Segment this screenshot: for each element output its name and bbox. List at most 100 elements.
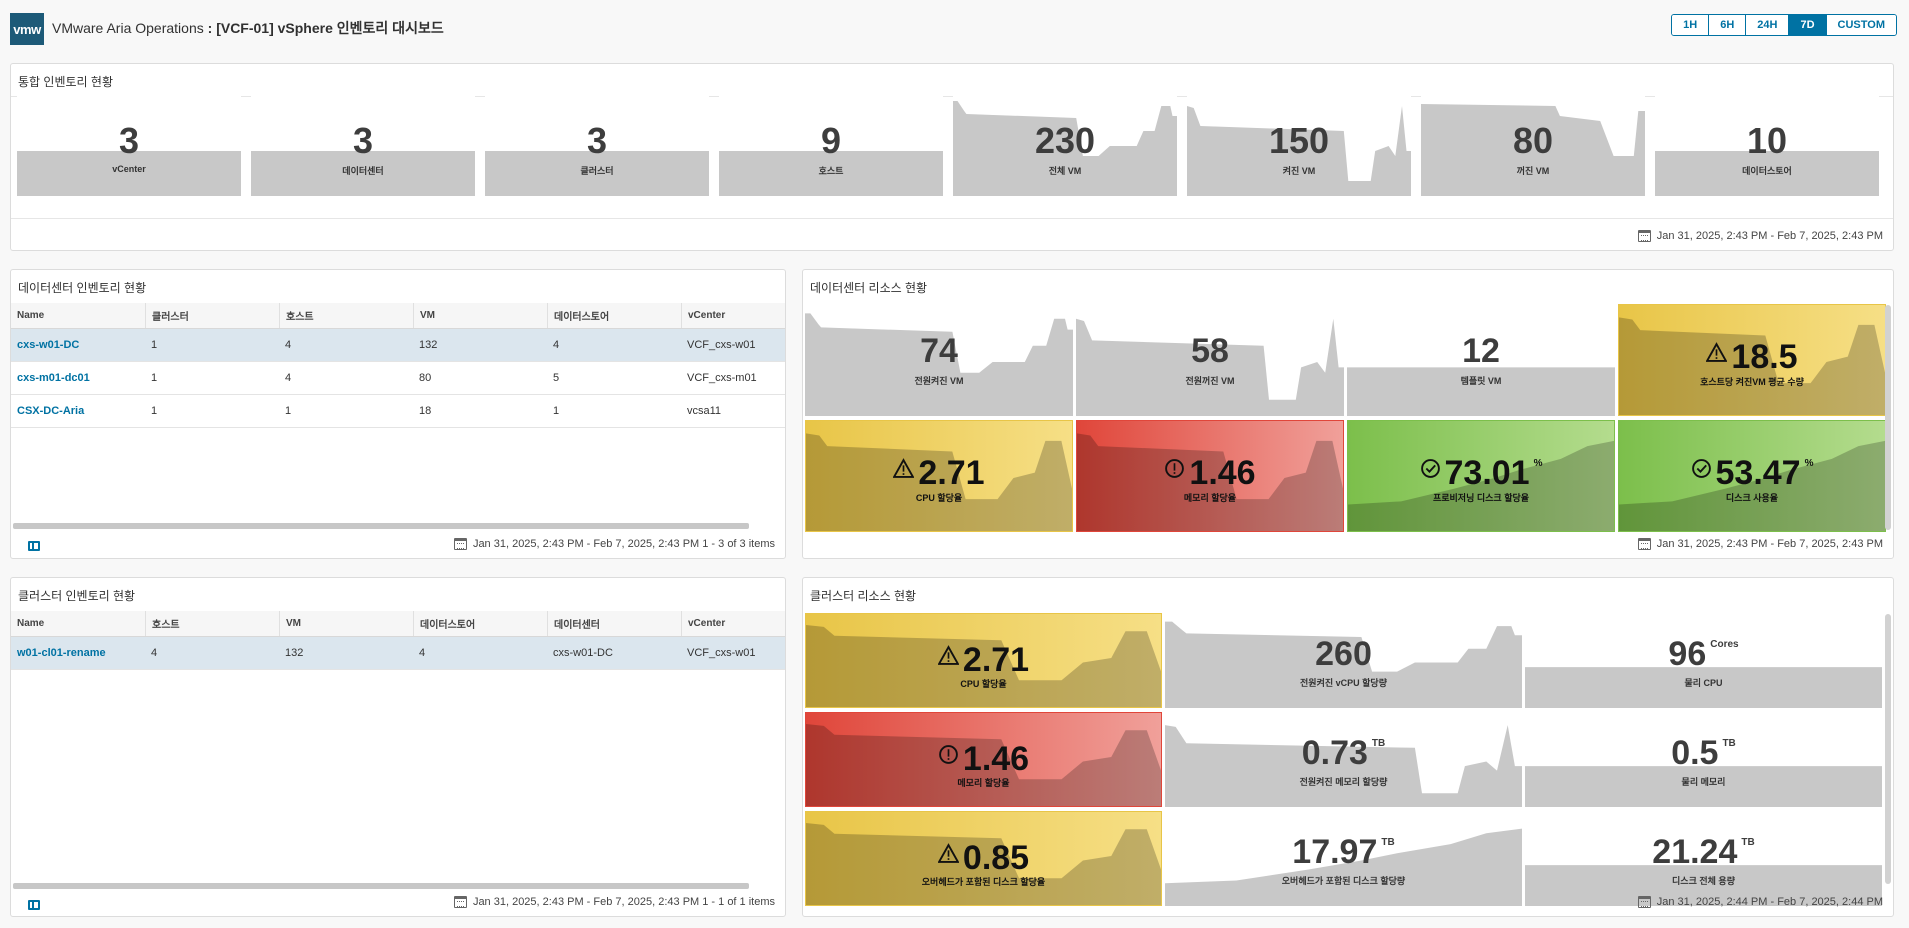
metric-number: 1.46 (1189, 454, 1256, 492)
metric-tile[interactable]: 2.71 CPU 할당율 (805, 420, 1073, 532)
metric-number: 3 (586, 120, 608, 161)
metric-tile[interactable]: 3 vCenter (17, 92, 241, 196)
metric-tile[interactable]: 10 데이터스토어 (1655, 92, 1879, 196)
column-header[interactable]: Name (11, 303, 145, 328)
metric-tile[interactable]: 18.5 호스트당 켜진VM 평균 수량 (1618, 304, 1886, 416)
time-7d-button[interactable]: 7D (1788, 15, 1826, 35)
metric-unit: TB (1722, 738, 1736, 749)
column-header[interactable]: VM (279, 611, 413, 636)
panel-footer: Jan 31, 2025, 2:43 PM - Feb 7, 2025, 2:4… (453, 896, 775, 908)
table-cell: 18 (419, 405, 432, 417)
horizontal-scrollbar[interactable] (13, 523, 749, 529)
time-range-label: Jan 31, 2025, 2:44 PM - Feb 7, 2025, 2:4… (1656, 896, 1883, 908)
metric-tile[interactable]: 0.5 TB 물리 메모리 (1525, 712, 1882, 807)
metric-tile[interactable]: 73.01% 프로비저닝 디스크 할당율 (1347, 420, 1615, 532)
horizontal-scrollbar[interactable] (13, 883, 749, 889)
vertical-scrollbar[interactable] (1885, 305, 1891, 530)
row-name-link[interactable]: CSX-DC-Aria (11, 395, 145, 427)
column-header[interactable]: 데이터스토어 (547, 303, 681, 328)
metric-tile[interactable]: 150 켜진 VM (1187, 92, 1411, 196)
metric-tile[interactable]: 1.46 메모리 할당율 (805, 712, 1162, 807)
metric-number: 17.97 (1292, 833, 1378, 871)
column-header[interactable]: 데이터스토어 (413, 611, 547, 636)
metric-number: 12 (1462, 332, 1500, 370)
row-name-link[interactable]: w01-cl01-rename (11, 637, 145, 669)
calendar-icon[interactable] (1637, 538, 1651, 550)
metric-number: 230 (1034, 120, 1096, 161)
metric-label: 데이터스토어 (1742, 166, 1792, 176)
panel-title: 클러스터 인벤토리 현황 (18, 589, 136, 603)
metric-tile[interactable]: 260 전원켜진 vCPU 할당량 (1165, 613, 1522, 708)
metric-number: 2.71 (962, 641, 1030, 679)
table-row[interactable]: w01-cl01-rename 4 132 4 cxs-w01-DC VCF_cxs-w0… (11, 637, 785, 670)
table-cell: vcsa11 (687, 405, 722, 417)
panel-title: 데이터센터 리소스 현황 (810, 281, 928, 295)
table-header: Name 호스트 VM 데이터스토어 데이터센터 vCenter (11, 611, 785, 637)
metric-tile[interactable]: 9 호스트 (719, 92, 943, 196)
metric-number: 1.46 (962, 740, 1030, 778)
metric-value: 96 Cores (1525, 635, 1882, 674)
metric-number: 0.5 (1671, 734, 1719, 772)
dc-inventory-panel: 데이터센터 인벤토리 현황 Name 클러스터 호스트 VM 데이터스토어 vCenter… (10, 269, 786, 559)
cluster-inventory-panel: 클러스터 인벤토리 현황 Name 호스트 VM 데이터스토어 데이터센터 vCenter… (10, 577, 786, 917)
page-title: VMware Aria Operations : [VCF-01] vSpher… (52, 18, 444, 38)
row-name-link[interactable]: cxs-m01-dc01 (11, 362, 145, 394)
dc-resource-panel: 데이터센터 리소스 현황 74 전원켜진 VM 58 전원꺼진 VM 12 템플릿 VM 1… (802, 269, 1894, 559)
column-header[interactable]: VM (413, 303, 547, 328)
metric-tile[interactable]: 2.71 CPU 할당율 (805, 613, 1162, 708)
metric-tile[interactable]: 80 꺼진 VM (1421, 92, 1645, 196)
metric-number: 3 (118, 120, 140, 161)
calendar-icon[interactable] (453, 538, 467, 550)
column-header[interactable]: vCenter (681, 303, 785, 328)
metric-number: 80 (1512, 120, 1554, 161)
metric-tile[interactable]: 0.85 오버헤드가 포함된 디스크 할당율 (805, 811, 1162, 906)
table-row[interactable]: cxs-w01-DC 1 4 132 4 VCF_cxs-w01 (11, 329, 785, 362)
time-range-label: Jan 31, 2025, 2:43 PM - Feb 7, 2025, 2:4… (1656, 538, 1883, 550)
table-row[interactable]: cxs-m01-dc01 1 4 80 5 VCF_cxs-m01 (11, 362, 785, 395)
metric-tile[interactable]: 3 클러스터 (485, 92, 709, 196)
metric-tile[interactable]: 230 전체 VM (953, 92, 1177, 196)
time-6h-button[interactable]: 6H (1708, 15, 1746, 35)
column-toggle-icon[interactable] (28, 541, 40, 551)
time-custom-button[interactable]: CUSTOM (1825, 15, 1896, 35)
column-header[interactable]: 클러스터 (145, 303, 279, 328)
table-cell: VCF_cxs-w01 (687, 339, 756, 351)
metric-label: 전체 VM (1048, 166, 1082, 176)
metric-tile[interactable]: 12 템플릿 VM (1347, 304, 1615, 416)
warning-icon (937, 636, 960, 675)
metric-tile[interactable]: 3 데이터센터 (251, 92, 475, 196)
calendar-icon[interactable] (453, 896, 467, 908)
column-header[interactable]: Name (11, 611, 145, 636)
metric-tile[interactable]: 74 전원켜진 VM (805, 304, 1073, 416)
panel-footer: Jan 31, 2025, 2:43 PM - Feb 7, 2025, 2:4… (1637, 538, 1883, 550)
metric-label: 물리 CPU (1684, 678, 1723, 688)
metric-label: 클러스터 (580, 166, 614, 176)
metric-tile[interactable]: 1.46 메모리 할당율 (1076, 420, 1344, 532)
column-header[interactable]: 호스트 (145, 611, 279, 636)
row-name-link[interactable]: cxs-w01-DC (11, 329, 145, 361)
metric-tile[interactable]: 21.24 TB 디스크 전체 용량 (1525, 811, 1882, 906)
column-toggle-icon[interactable] (28, 900, 40, 910)
metric-label: 오버헤드가 포함된 디스크 할당량 (1281, 876, 1406, 886)
time-1h-button[interactable]: 1H (1672, 15, 1709, 35)
time-24h-button[interactable]: 24H (1745, 15, 1789, 35)
metric-tile[interactable]: 58 전원꺼진 VM (1076, 304, 1344, 416)
column-header[interactable]: 호스트 (279, 303, 413, 328)
metric-tile[interactable]: 17.97 TB 오버헤드가 포함된 디스크 할당량 (1165, 811, 1522, 906)
inventory-panel: 통합 인벤토리 현황 3 vCenter 3 데이터센터 3 클러스터 9 호스트 230 전체 … (10, 63, 1894, 251)
table-row[interactable]: CSX-DC-Aria 1 1 18 1 vcsa11 (11, 395, 785, 428)
calendar-icon[interactable] (1637, 896, 1651, 908)
metric-value: 21.24 TB (1525, 833, 1882, 872)
column-header[interactable]: 데이터센터 (547, 611, 681, 636)
metric-tile[interactable]: 96 Cores 물리 CPU (1525, 613, 1882, 708)
metric-value: 3 (485, 120, 709, 162)
metric-tile[interactable]: 53.47% 디스크 사용율 (1618, 420, 1886, 532)
metric-value: 74 (805, 332, 1073, 371)
metric-number: 73.01 (1444, 454, 1530, 492)
table-cell: 1 (151, 405, 158, 417)
calendar-icon[interactable] (1637, 230, 1651, 242)
vertical-scrollbar[interactable] (1885, 614, 1891, 884)
table-cell: 4 (285, 372, 292, 384)
metric-tile[interactable]: 0.73 TB 전원켜진 메모리 할당량 (1165, 712, 1522, 807)
column-header[interactable]: vCenter (681, 611, 785, 636)
